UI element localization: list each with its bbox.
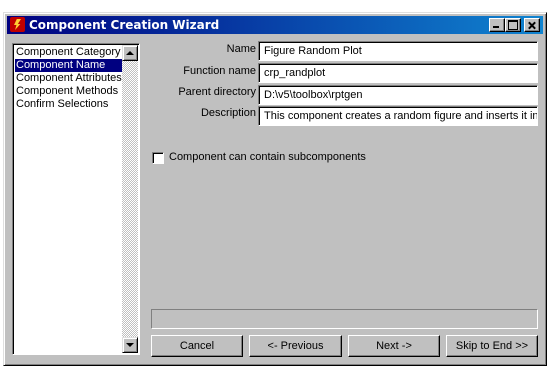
name-field[interactable]: Figure Random Plot	[258, 41, 538, 61]
step-item-methods[interactable]: Component Methods	[15, 85, 124, 98]
cancel-button[interactable]: Cancel	[151, 335, 243, 357]
matlab-icon	[10, 17, 25, 32]
close-button[interactable]	[524, 18, 540, 32]
subcomponents-checkbox[interactable]	[152, 152, 164, 164]
step-item-name[interactable]: Component Name	[15, 59, 124, 72]
next-button[interactable]: Next ->	[348, 335, 440, 357]
parent-directory-label: Parent directory	[178, 86, 256, 98]
step-item-confirm[interactable]: Confirm Selections	[15, 98, 124, 111]
description-label: Description	[200, 107, 256, 119]
minimize-button[interactable]	[489, 18, 505, 32]
parent-directory-field[interactable]: D:\v5\toolbox\rptgen	[258, 85, 538, 105]
step-item-attributes[interactable]: Component Attributes	[15, 72, 124, 85]
maximize-button[interactable]	[505, 18, 521, 32]
step-item-category[interactable]: Component Category	[15, 46, 124, 59]
function-name-label: Function name	[183, 65, 256, 77]
step-items: Component Category Component Name Compon…	[15, 46, 124, 111]
status-bar	[151, 309, 538, 329]
scroll-up-arrow-icon[interactable]	[122, 45, 138, 61]
subcomponents-label[interactable]: Component can contain subcomponents	[169, 151, 366, 163]
description-field[interactable]: This component creates a random figure a…	[258, 106, 538, 126]
title-bar[interactable]: Component Creation Wizard	[7, 16, 543, 34]
step-list-scrollbar[interactable]	[122, 45, 138, 353]
previous-button[interactable]: <- Previous	[249, 335, 342, 357]
step-list[interactable]: Component Category Component Name Compon…	[12, 43, 140, 355]
scroll-down-arrow-icon[interactable]	[122, 337, 138, 353]
skip-to-end-button[interactable]: Skip to End >>	[446, 335, 538, 357]
function-name-field[interactable]: crp_randplot	[258, 63, 538, 83]
name-label: Name	[226, 43, 256, 55]
window-title: Component Creation Wizard	[29, 18, 220, 32]
